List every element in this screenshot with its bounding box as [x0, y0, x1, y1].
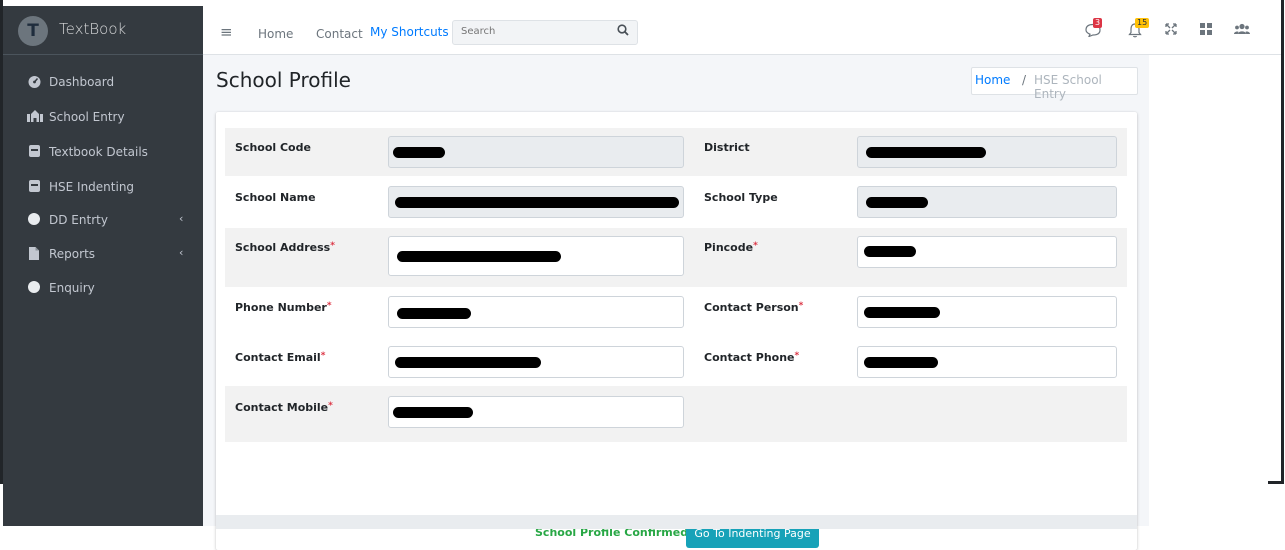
redaction-mark	[397, 308, 471, 319]
pincode-label: Pincode*	[704, 241, 758, 254]
school-address-label: School Address*	[235, 241, 335, 254]
notifications-icon[interactable]: 15	[1125, 18, 1150, 42]
required-asterisk: *	[328, 401, 333, 411]
required-asterisk: *	[794, 351, 800, 361]
fullscreen-icon[interactable]	[1161, 23, 1181, 39]
sidebar-item-enquiry[interactable]: Enquiry	[11, 273, 195, 303]
school-address-field[interactable]	[388, 236, 684, 276]
brand-name: TextBook	[59, 20, 127, 38]
redaction-mark	[397, 251, 561, 262]
chevron-left-icon: ‹	[179, 246, 184, 259]
sidebar-item-hse-indenting[interactable]: HSE Indenting	[11, 172, 195, 202]
brand-logo: T	[18, 16, 48, 46]
school-type-field	[857, 186, 1117, 218]
redaction-mark	[866, 147, 986, 158]
required-asterisk: *	[320, 351, 326, 361]
nav-home-link[interactable]: Home	[258, 27, 293, 41]
school-name-label: School Name	[235, 191, 316, 204]
messages-badge: 3	[1093, 18, 1103, 28]
required-asterisk: *	[330, 241, 335, 251]
breadcrumb-home-link[interactable]: Home	[975, 73, 1010, 87]
contact-phone-label: Contact Phone*	[704, 351, 800, 364]
chevron-left-icon: ‹	[179, 212, 184, 225]
search-input[interactable]	[459, 25, 603, 38]
contact-email-label: Contact Email*	[235, 351, 326, 364]
brand[interactable]: T TextBook	[3, 6, 203, 55]
sidebar-item-dashboard[interactable]: Dashboard	[11, 67, 195, 97]
nav-shortcuts-link[interactable]: My Shortcuts	[370, 25, 449, 39]
redaction-mark	[864, 246, 916, 257]
district-label: District	[704, 141, 750, 154]
grid-icon[interactable]	[1196, 23, 1216, 39]
pincode-field[interactable]	[857, 236, 1117, 268]
sidebar-item-textbook-details[interactable]: Textbook Details	[11, 137, 195, 167]
contact-mobile-field[interactable]	[388, 396, 684, 428]
book-icon	[27, 145, 41, 159]
sidebar-item-label: Textbook Details	[49, 145, 148, 159]
sidebar-item-label: Enquiry	[49, 281, 95, 295]
redaction-mark	[395, 197, 679, 208]
page-title: School Profile	[216, 68, 351, 92]
circle-icon	[27, 281, 41, 295]
breadcrumb-current: HSE School Entry	[1034, 73, 1102, 101]
contact-person-field[interactable]	[857, 296, 1117, 328]
dashboard-icon	[27, 75, 41, 89]
required-asterisk: *	[326, 301, 332, 311]
sidebar: T TextBook Dashboard School Entry Textbo…	[3, 6, 203, 526]
sidebar-item-label: Dashboard	[49, 75, 115, 89]
search-icon[interactable]	[617, 24, 629, 39]
window-border-right	[1281, 0, 1284, 483]
window-border-bottom	[1268, 481, 1284, 484]
contact-email-field[interactable]	[388, 346, 684, 378]
circle-icon	[27, 213, 41, 227]
contact-person-label: Contact Person*	[704, 301, 804, 314]
notifications-badge: 15	[1135, 18, 1150, 28]
book-icon	[27, 180, 41, 194]
messages-icon[interactable]: 3	[1083, 18, 1103, 41]
sidebar-item-school-entry[interactable]: School Entry	[11, 102, 195, 132]
sidebar-item-reports[interactable]: Reports ‹	[11, 239, 195, 269]
search-box	[452, 20, 638, 45]
breadcrumb: Home / HSE School Entry	[971, 67, 1138, 101]
phone-number-field[interactable]	[388, 296, 684, 328]
form-row-stripe	[693, 386, 1127, 442]
contact-phone-field[interactable]	[857, 346, 1117, 378]
redaction-mark	[864, 357, 938, 368]
school-name-field	[388, 186, 684, 218]
required-asterisk: *	[798, 301, 804, 311]
menu-toggle-icon[interactable]: ≡	[220, 23, 233, 41]
school-icon	[27, 110, 43, 124]
school-code-field	[388, 136, 684, 168]
district-field	[857, 136, 1117, 168]
sidebar-item-label: DD Entrty	[49, 213, 108, 227]
redaction-mark	[866, 197, 928, 208]
redaction-mark	[864, 307, 940, 318]
redaction-mark	[395, 357, 541, 368]
content-area: School Profile Home / HSE School Entry S…	[203, 55, 1149, 550]
contact-mobile-label: Contact Mobile*	[235, 401, 333, 414]
school-profile-card: School Code District School Name School …	[216, 112, 1137, 550]
school-type-label: School Type	[704, 191, 778, 204]
sidebar-item-dd-entry[interactable]: DD Entrty ‹	[11, 205, 195, 235]
secondary-card	[216, 515, 1137, 529]
nav-contact-link[interactable]: Contact	[316, 27, 363, 41]
file-icon	[27, 247, 41, 261]
top-navbar: ≡ Home Contact My Shortcuts 3 15	[203, 6, 1281, 55]
sidebar-item-label: Reports	[49, 247, 96, 261]
breadcrumb-separator: /	[1022, 73, 1027, 87]
users-icon[interactable]	[1232, 23, 1252, 39]
phone-number-label: Phone Number*	[235, 301, 332, 314]
school-code-label: School Code	[235, 141, 311, 154]
redaction-mark	[393, 147, 445, 158]
sidebar-item-label: School Entry	[49, 110, 125, 124]
required-asterisk: *	[753, 241, 758, 251]
sidebar-item-label: HSE Indenting	[49, 180, 135, 194]
redaction-mark	[393, 407, 473, 418]
